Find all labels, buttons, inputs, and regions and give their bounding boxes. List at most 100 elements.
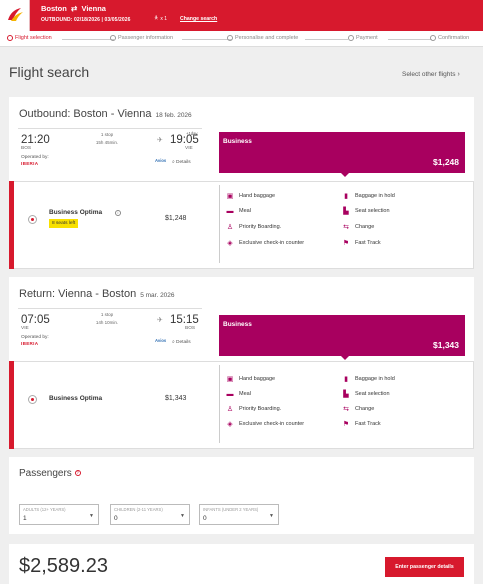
feature-label: Baggage in hold (355, 193, 395, 199)
seats-left-badge: 8 seats left (49, 219, 79, 228)
check-in-icon: ◈ (227, 421, 233, 428)
return-card: Return: Vienna - Boston 5 mar. 2026 07:05… (9, 277, 474, 449)
hand-baggage-icon: ▣ (226, 193, 234, 200)
feature-label: Seat selection (355, 391, 390, 397)
departure-time: 21:20 (21, 134, 50, 146)
magnifier-icon: ⌕ (172, 160, 175, 165)
children-value: 0 (114, 515, 118, 522)
help-icon[interactable]: ? (74, 470, 81, 477)
operated-by-label: Operated by: (21, 335, 49, 340)
passenger-indicator: 🯅 x 1 (154, 15, 167, 23)
top-bar: Boston ⇄ Vienna OUTBOUND: 02/18/2026 | 0… (0, 0, 483, 31)
feature-label: Seat selection (355, 208, 390, 214)
avios-badge: Avios (155, 338, 167, 343)
enter-passenger-details-button[interactable]: Enter passenger details (385, 557, 464, 577)
fare-detail-panel: Business Optima $1,343 ▣ Hand baggage ▮ Ba… (9, 361, 474, 449)
feature-label: Exclusive check-in counter (239, 240, 305, 246)
divider (18, 128, 202, 129)
priority-boarding-icon: ♙ (226, 406, 234, 413)
adults-label: ADULTS (12+ YEARS) (23, 507, 66, 512)
fare-price: $1,343 (433, 340, 459, 350)
fast-track-icon: ⚑ (342, 240, 350, 247)
operator-logo: IBERIA (21, 341, 39, 346)
check-in-icon: ◈ (227, 240, 233, 247)
operator-logo: IBERIA (21, 161, 39, 166)
swap-arrows-icon: ⇄ (68, 4, 80, 13)
feature-meal: ▬ Meal (226, 390, 251, 398)
infants-select[interactable]: INFANTS (UNDER 2 YEARS) 0 ▼ (199, 504, 279, 525)
operated-by: Operated by: IBERIA (21, 155, 49, 166)
step-payment[interactable]: Payment (348, 35, 378, 41)
return-title: Return: Vienna - Boston (19, 288, 137, 300)
plane-icon: ✈ (157, 137, 163, 144)
iberia-logo[interactable] (0, 0, 30, 31)
arrival-airport: BOS (185, 326, 196, 331)
plane-icon: ✈ (157, 317, 163, 324)
details-label: Details (176, 160, 191, 165)
outbound-title: Outbound: Boston - Vienna (19, 108, 152, 120)
change-search-link[interactable]: Change search (180, 16, 217, 22)
hand-baggage-icon: ▣ (226, 376, 234, 383)
change-icon: ⇆ (343, 406, 349, 413)
departure-airport: BOS (21, 146, 32, 151)
feature-label: Change (355, 406, 375, 412)
hold-baggage-icon: ▮ (344, 376, 348, 383)
meal-icon: ▬ (226, 207, 234, 215)
info-icon[interactable]: i (115, 210, 121, 216)
departure-time: 07:05 (21, 314, 50, 326)
magnifier-icon: ⌕ (172, 340, 175, 345)
children-select[interactable]: CHILDREN (2-11 YEARS) 0 ▼ (110, 504, 190, 525)
meal-icon: ▬ (226, 390, 234, 398)
fare-price-detail: $1,343 (165, 395, 187, 402)
return-heading: Return: Vienna - Boston 5 mar. 2026 (19, 288, 175, 300)
feature-seat: ▙ Seat selection (342, 390, 390, 398)
fare-class-label: Business (223, 138, 252, 145)
business-fare-button[interactable]: Business $1,343 (219, 315, 465, 360)
seat-icon: ▙ (343, 391, 349, 398)
fare-price: $1,248 (433, 157, 459, 167)
operated-by-label: Operated by: (21, 155, 49, 160)
passenger-count: x 1 (160, 16, 168, 22)
route-origin: Boston (41, 4, 67, 13)
adults-select[interactable]: ADULTS (12+ YEARS) 1 ▼ (19, 504, 99, 525)
feature-priority-boarding: ♙ Priority Boarding. (226, 223, 281, 231)
step-label: Flight selection (15, 35, 52, 41)
fare-radio[interactable] (28, 215, 37, 224)
infants-label: INFANTS (UNDER 2 YEARS) (203, 507, 259, 512)
step-label: Payment (356, 35, 378, 41)
step-confirmation-icon (430, 35, 436, 41)
step-passenger-information-icon (110, 35, 116, 41)
stops-info: 1 stop 14h 10min. (77, 311, 137, 327)
fare-name: Business Optima (49, 395, 103, 402)
stops-info: 1 stop 15h 45min. (77, 131, 137, 147)
feature-fast-track: ⚑ Fast Track (342, 420, 381, 428)
route-destination: Vienna (81, 4, 106, 13)
step-passenger-information[interactable]: Passenger information (110, 35, 173, 41)
step-divider (305, 39, 348, 40)
selected-notch (341, 173, 349, 177)
hold-baggage-icon: ▮ (344, 193, 348, 200)
route-summary: Boston ⇄ Vienna (41, 4, 106, 13)
fast-track-icon: ⚑ (342, 421, 350, 428)
progress-steps: Flight selection Passenger information P… (0, 31, 483, 47)
details-link[interactable]: ⌕ Details (172, 339, 191, 345)
step-payment-icon (348, 35, 354, 41)
details-link[interactable]: ⌕ Details (172, 159, 191, 165)
step-confirmation[interactable]: Confirmation (430, 35, 469, 41)
stops-count: 1 stop (100, 312, 114, 317)
fare-radio[interactable] (28, 395, 37, 404)
feature-label: Priority Boarding. (239, 224, 282, 230)
feature-label: Change (355, 224, 375, 230)
step-flight-selection[interactable]: Flight selection (7, 35, 52, 41)
business-fare-button[interactable]: Business $1,248 (219, 132, 465, 177)
outbound-card: Outbound: Boston - Vienna 18 feb. 2026 21… (9, 97, 474, 269)
chevron-right-icon: › (457, 71, 460, 78)
step-personalise[interactable]: Personalise and complete (227, 35, 298, 41)
feature-change: ⇆ Change (342, 223, 374, 231)
trip-dates: OUTBOUND: 02/18/2026 | 03/05/2026 (41, 17, 131, 23)
chevron-down-icon: ▼ (89, 513, 94, 519)
feature-fast-track: ⚑ Fast Track (342, 239, 381, 247)
select-other-flights-link[interactable]: Select other flights › (402, 71, 460, 78)
feature-change: ⇆ Change (342, 405, 374, 413)
select-other-label: Select other flights (402, 71, 456, 78)
